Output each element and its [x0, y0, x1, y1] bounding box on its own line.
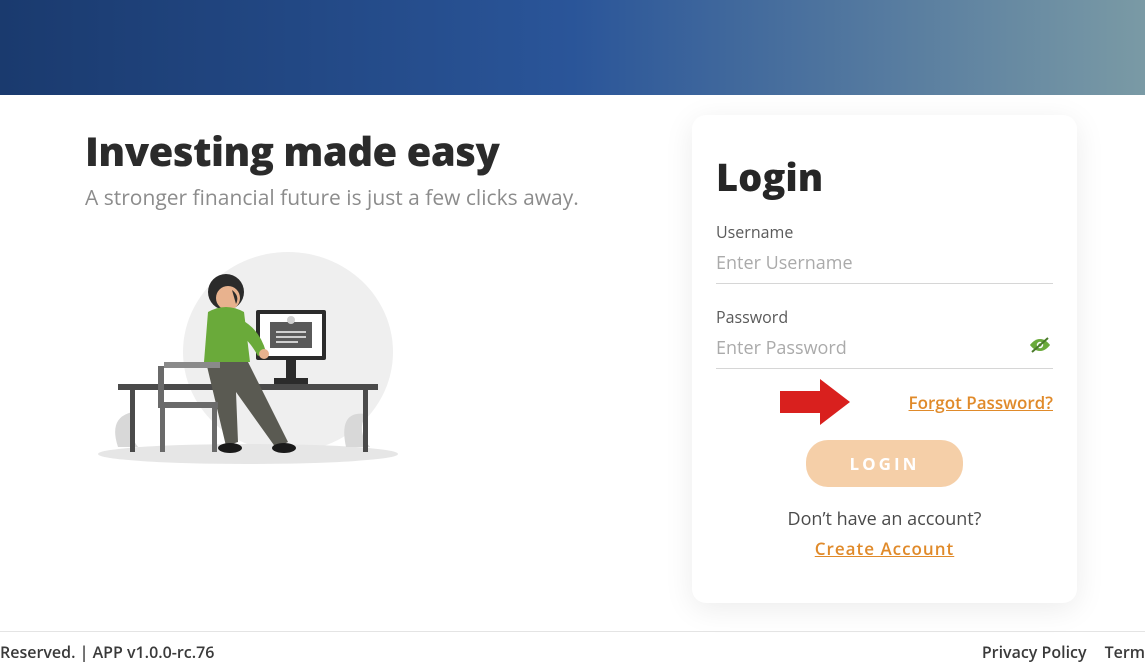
- footer-version: Reserved. | APP v1.0.0-rc.76: [0, 641, 214, 663]
- arrow-right-icon: [780, 375, 852, 434]
- forgot-password-link[interactable]: Forgot Password?: [909, 391, 1053, 414]
- login-button[interactable]: LOGIN: [806, 440, 964, 487]
- privacy-policy-link[interactable]: Privacy Policy: [982, 641, 1087, 663]
- top-banner: [0, 0, 1145, 95]
- footer: Reserved. | APP v1.0.0-rc.76 Privacy Pol…: [0, 631, 1145, 671]
- login-title: Login: [716, 151, 1053, 203]
- login-card: Login Username Password F: [692, 115, 1077, 603]
- username-label: Username: [716, 221, 1053, 243]
- forgot-row: Forgot Password?: [716, 391, 1053, 414]
- password-input[interactable]: [716, 336, 1053, 360]
- terms-link[interactable]: Term: [1105, 641, 1145, 663]
- username-row: [716, 247, 1053, 284]
- create-account-link[interactable]: Create Account: [716, 537, 1053, 560]
- password-label: Password: [716, 306, 1053, 328]
- hero-illustration: [98, 242, 398, 472]
- username-input[interactable]: [716, 251, 1053, 275]
- toggle-password-visibility-icon[interactable]: [1029, 336, 1051, 359]
- password-row: [716, 332, 1053, 369]
- no-account-text: Don’t have an account?: [716, 507, 1053, 531]
